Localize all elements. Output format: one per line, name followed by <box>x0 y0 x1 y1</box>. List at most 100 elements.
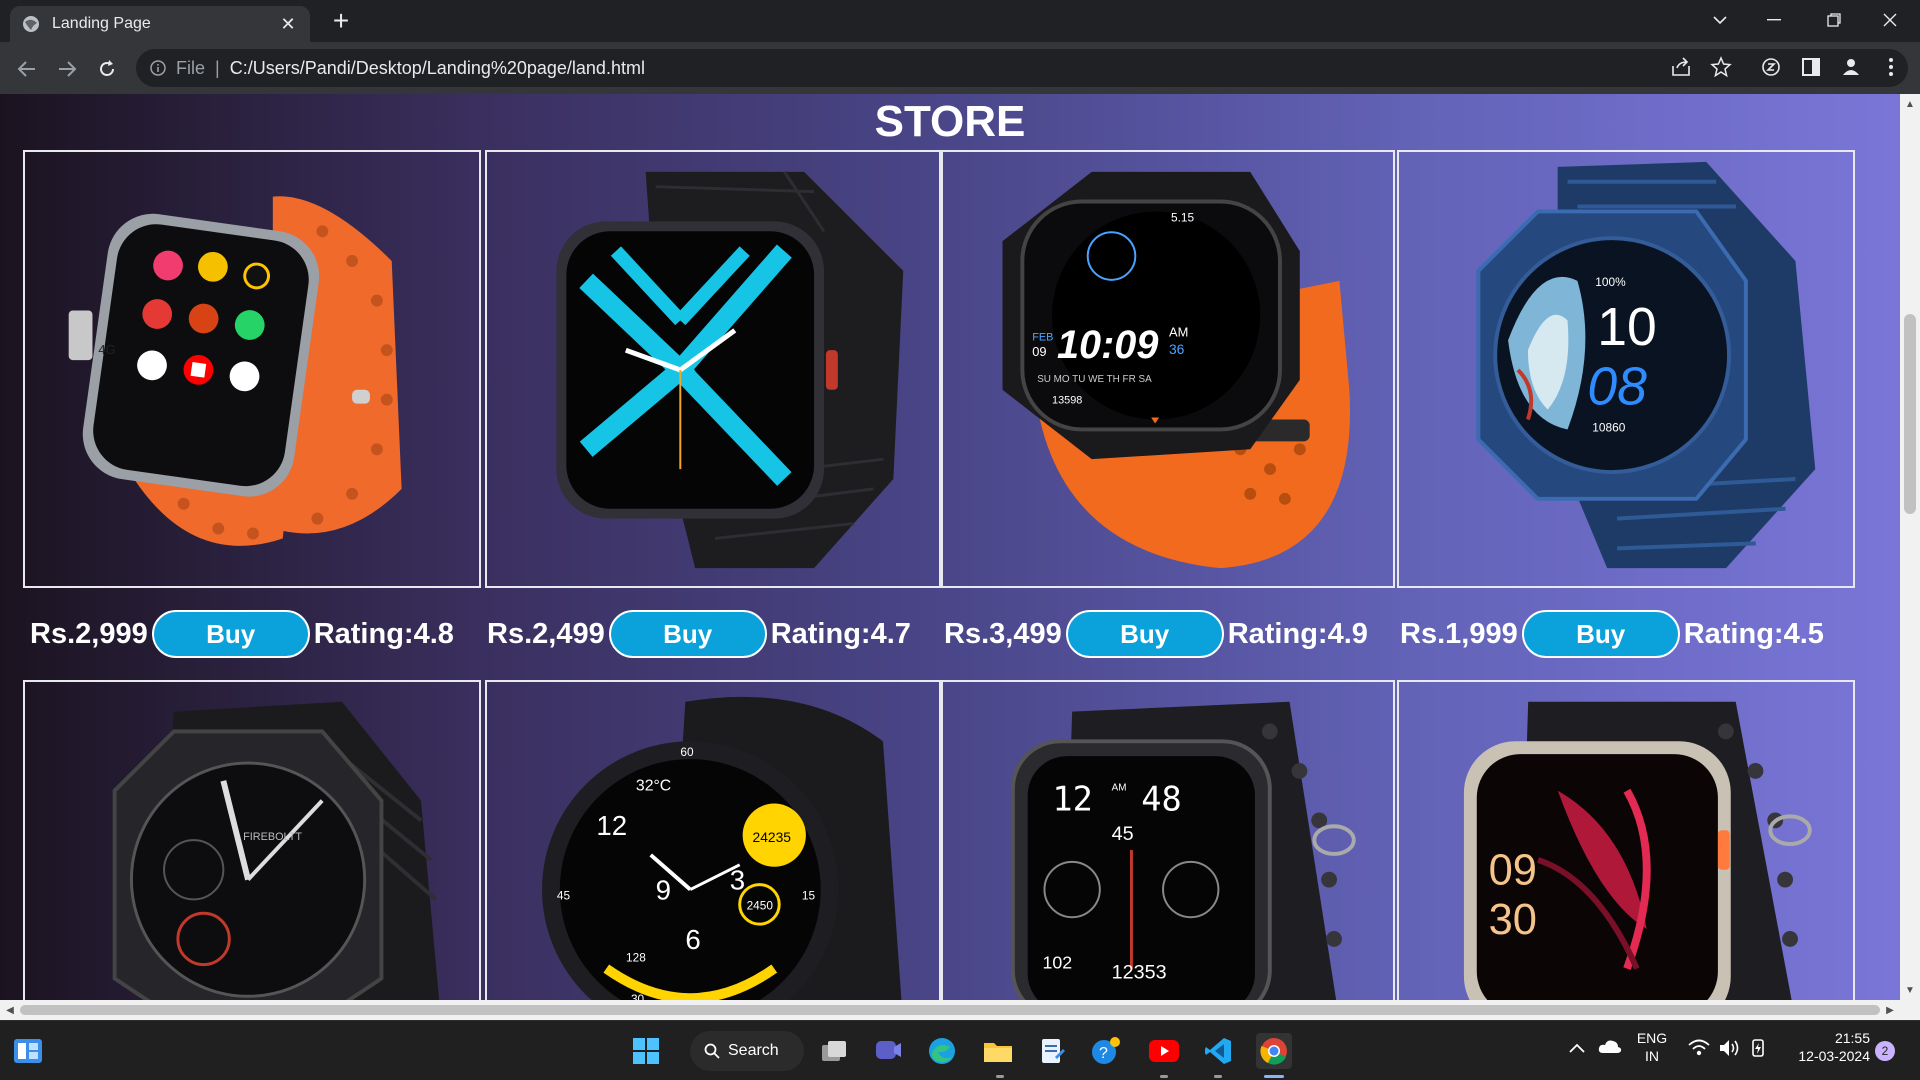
buy-button[interactable]: Buy <box>1521 610 1680 658</box>
product-card-4[interactable]: 100% 10 08 10860 <box>1397 150 1855 588</box>
horizontal-scrollbar[interactable]: ◀ ▶ <box>0 1000 1920 1020</box>
menu-kebab-icon[interactable] <box>1880 56 1904 80</box>
svg-text:9: 9 <box>656 874 671 905</box>
svg-text:32°C: 32°C <box>636 778 671 795</box>
svg-text:?: ? <box>1099 1045 1108 1062</box>
svg-text:30: 30 <box>631 992 645 1000</box>
price: Rs.2,999 <box>30 617 148 650</box>
svg-text:45: 45 <box>557 888 571 902</box>
svg-text:09: 09 <box>1032 344 1046 359</box>
buy-button[interactable]: Buy <box>1065 610 1224 658</box>
info-icon[interactable] <box>150 60 166 76</box>
page-viewport: STORE 4G 5.15 FEB 09 10:09 AM 36 SU MO T… <box>0 94 1900 1000</box>
smartwatch-blue-image: 100% 10 08 10860 <box>1476 161 1816 569</box>
profile-icon[interactable] <box>1840 56 1864 80</box>
product-info-4: Rs.1,999 Buy Rating:4.5 <box>1400 608 1824 660</box>
scroll-down-icon[interactable]: ▼ <box>1900 980 1920 1000</box>
product-card-7[interactable]: 12 48 AM 45 102 12353 <box>941 680 1395 1000</box>
price: Rs.1,999 <box>1400 617 1518 650</box>
running-indicator <box>1160 1075 1168 1078</box>
search-icon <box>704 1043 720 1059</box>
share-icon[interactable] <box>1670 56 1694 80</box>
edge-browser-icon[interactable] <box>924 1033 960 1069</box>
clock[interactable]: 21:55 12-03-2024 <box>1786 1030 1870 1064</box>
product-card-5[interactable]: FIREBOLTT <box>23 680 481 1000</box>
product-card-6[interactable]: 32°C 60 12 9 3 6 24235 2450 128 15 30 45 <box>485 680 941 1000</box>
task-view-icon[interactable] <box>816 1033 852 1069</box>
svg-text:12353: 12353 <box>1112 961 1167 983</box>
scroll-up-icon[interactable]: ▲ <box>1900 94 1920 114</box>
extensions-icon[interactable] <box>1760 56 1784 80</box>
url-separator: | <box>215 57 220 78</box>
forward-arrow-icon[interactable] <box>52 54 82 84</box>
notepad-icon[interactable] <box>1034 1033 1070 1069</box>
svg-text:5.15: 5.15 <box>1171 210 1195 224</box>
svg-text:SU MO TU WE TH FR SA: SU MO TU WE TH FR SA <box>1037 374 1152 385</box>
smartwatch-round-yellow-image: 32°C 60 12 9 3 6 24235 2450 128 15 30 45 <box>542 696 902 1000</box>
close-window-icon[interactable] <box>1860 0 1920 40</box>
rating: Rating:4.8 <box>313 617 454 650</box>
notification-badge[interactable]: 2 <box>1875 1041 1895 1061</box>
vertical-scrollbar[interactable]: ▲ ▼ <box>1900 94 1920 1000</box>
address-bar[interactable]: File | C:/Users/Pandi/Desktop/Landing%20… <box>136 49 1908 87</box>
svg-text:FIREBOLTT: FIREBOLTT <box>243 831 302 843</box>
reload-icon[interactable] <box>92 54 122 84</box>
svg-text:12: 12 <box>1052 779 1092 818</box>
store-heading: STORE <box>874 97 1026 146</box>
back-arrow-icon[interactable] <box>12 54 42 84</box>
url-text[interactable]: C:/Users/Pandi/Desktop/Landing%20page/la… <box>230 58 645 79</box>
svg-text:100%: 100% <box>1595 275 1626 289</box>
globe-icon <box>23 16 39 32</box>
running-indicator <box>996 1075 1004 1078</box>
price: Rs.3,499 <box>944 617 1062 650</box>
buy-button[interactable]: Buy <box>608 610 767 658</box>
tab-search-icon[interactable] <box>1690 0 1750 40</box>
svg-text:24235: 24235 <box>753 829 792 845</box>
language-indicator[interactable]: ENG IN <box>1632 1030 1672 1064</box>
volume-icon[interactable] <box>1718 1038 1740 1063</box>
scroll-left-icon[interactable]: ◀ <box>0 1000 20 1020</box>
smartwatch-rugged-orange-image: 5.15 FEB 09 10:09 AM 36 SU MO TU WE TH F… <box>1002 171 1350 569</box>
minimize-icon[interactable] <box>1744 0 1804 40</box>
bookmark-star-icon[interactable] <box>1710 56 1734 80</box>
file-explorer-icon[interactable] <box>980 1033 1016 1069</box>
buy-button[interactable]: Buy <box>151 610 310 658</box>
vscode-icon[interactable] <box>1200 1033 1236 1069</box>
tab-close-icon[interactable]: ✕ <box>278 14 298 35</box>
product-card-1[interactable]: 4G <box>23 150 481 588</box>
badge-4g: 4G <box>98 342 115 357</box>
wifi-icon[interactable] <box>1688 1039 1710 1062</box>
browser-tab[interactable]: Landing Page ✕ <box>10 6 310 42</box>
chrome-icon[interactable] <box>1256 1033 1292 1069</box>
svg-text:FEB: FEB <box>1032 331 1053 343</box>
running-indicator <box>1214 1075 1222 1078</box>
horizontal-scroll-thumb[interactable] <box>20 1005 1880 1015</box>
widgets-icon[interactable] <box>10 1033 46 1069</box>
product-card-2[interactable] <box>485 150 941 588</box>
svg-text:2450: 2450 <box>747 898 774 912</box>
scroll-right-icon[interactable]: ▶ <box>1880 1000 1900 1020</box>
start-windows-icon[interactable] <box>628 1033 664 1069</box>
product-card-8[interactable]: 09 30 <box>1397 680 1855 1000</box>
restore-icon[interactable] <box>1804 0 1864 40</box>
battery-charging-icon[interactable] <box>1748 1038 1770 1063</box>
svg-text:AM: AM <box>1112 783 1127 794</box>
svg-text:48: 48 <box>1141 779 1181 818</box>
new-tab-button[interactable]: + <box>326 7 356 36</box>
teams-chat-icon[interactable] <box>870 1033 906 1069</box>
svg-text:30: 30 <box>1489 896 1537 944</box>
running-indicator-active <box>1264 1075 1284 1078</box>
youtube-icon[interactable] <box>1146 1033 1182 1069</box>
vertical-scroll-thumb[interactable] <box>1904 314 1916 514</box>
svg-text:AM: AM <box>1169 324 1188 339</box>
svg-text:60: 60 <box>680 745 694 759</box>
show-hidden-icons-icon[interactable] <box>1568 1041 1586 1059</box>
rating: Rating:4.7 <box>770 617 911 650</box>
onedrive-cloud-icon[interactable] <box>1598 1037 1622 1060</box>
taskbar-search[interactable]: Search <box>690 1031 804 1071</box>
search-label: Search <box>728 1042 779 1059</box>
get-help-icon[interactable]: ? <box>1088 1033 1124 1069</box>
side-panel-icon[interactable] <box>1800 56 1824 80</box>
svg-text:09: 09 <box>1489 847 1537 895</box>
product-card-3[interactable]: 5.15 FEB 09 10:09 AM 36 SU MO TU WE TH F… <box>941 150 1395 588</box>
